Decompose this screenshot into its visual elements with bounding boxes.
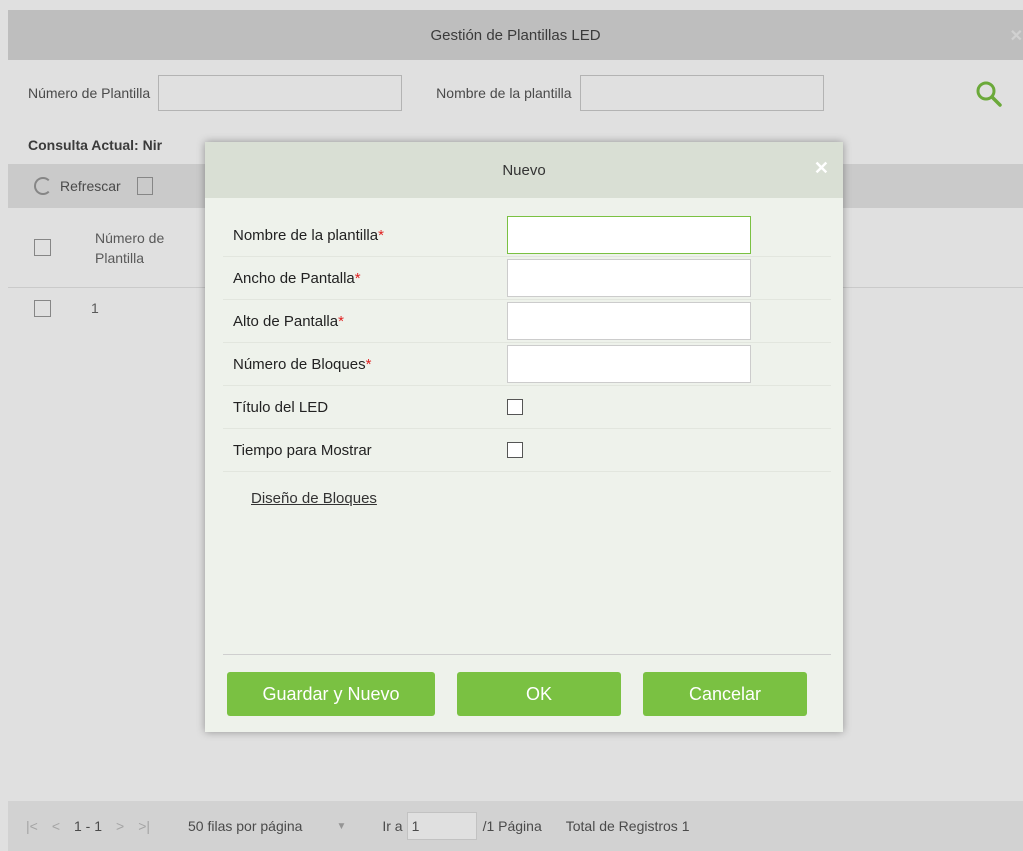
block-count-field[interactable] [507, 345, 751, 383]
cancel-button[interactable]: Cancelar [643, 672, 807, 716]
footer-divider [223, 654, 831, 655]
template-name-field[interactable] [507, 216, 751, 254]
dialog-title-bar: Nuevo ✕ [205, 142, 843, 198]
new-template-dialog: Nuevo ✕ Nombre de la plantilla* Ancho de… [205, 142, 843, 732]
dialog-title: Nuevo [502, 161, 546, 179]
form-row-template-name: Nombre de la plantilla* [223, 214, 831, 257]
screen-height-label: Alto de Pantalla* [233, 312, 344, 330]
led-title-checkbox[interactable] [507, 399, 523, 415]
close-icon[interactable]: ✕ [814, 158, 829, 179]
dialog-footer: Guardar y Nuevo OK Cancelar [205, 654, 843, 732]
screen-width-label: Ancho de Pantalla* [233, 269, 361, 287]
form-row-screen-width: Ancho de Pantalla* [223, 257, 831, 300]
form-row-block-count: Número de Bloques* [223, 343, 831, 386]
form-row-screen-height: Alto de Pantalla* [223, 300, 831, 343]
display-time-checkbox[interactable] [507, 442, 523, 458]
template-name-label: Nombre de la plantilla* [233, 226, 384, 244]
required-mark: * [354, 269, 361, 287]
save-and-new-button[interactable]: Guardar y Nuevo [227, 672, 435, 716]
block-design-link[interactable]: Diseño de Bloques [251, 490, 831, 507]
template-form: Nombre de la plantilla* Ancho de Pantall… [205, 198, 843, 507]
required-mark: * [378, 226, 384, 244]
display-time-label: Tiempo para Mostrar [233, 441, 372, 459]
screen-height-field[interactable] [507, 302, 751, 340]
form-row-display-time: Tiempo para Mostrar [223, 429, 831, 472]
screen-width-field[interactable] [507, 259, 751, 297]
form-row-led-title: Título del LED [223, 386, 831, 429]
led-title-label: Título del LED [233, 398, 329, 416]
required-mark: * [338, 312, 344, 330]
block-count-label: Número de Bloques* [233, 355, 372, 373]
ok-button[interactable]: OK [457, 672, 621, 716]
required-mark: * [365, 355, 372, 373]
